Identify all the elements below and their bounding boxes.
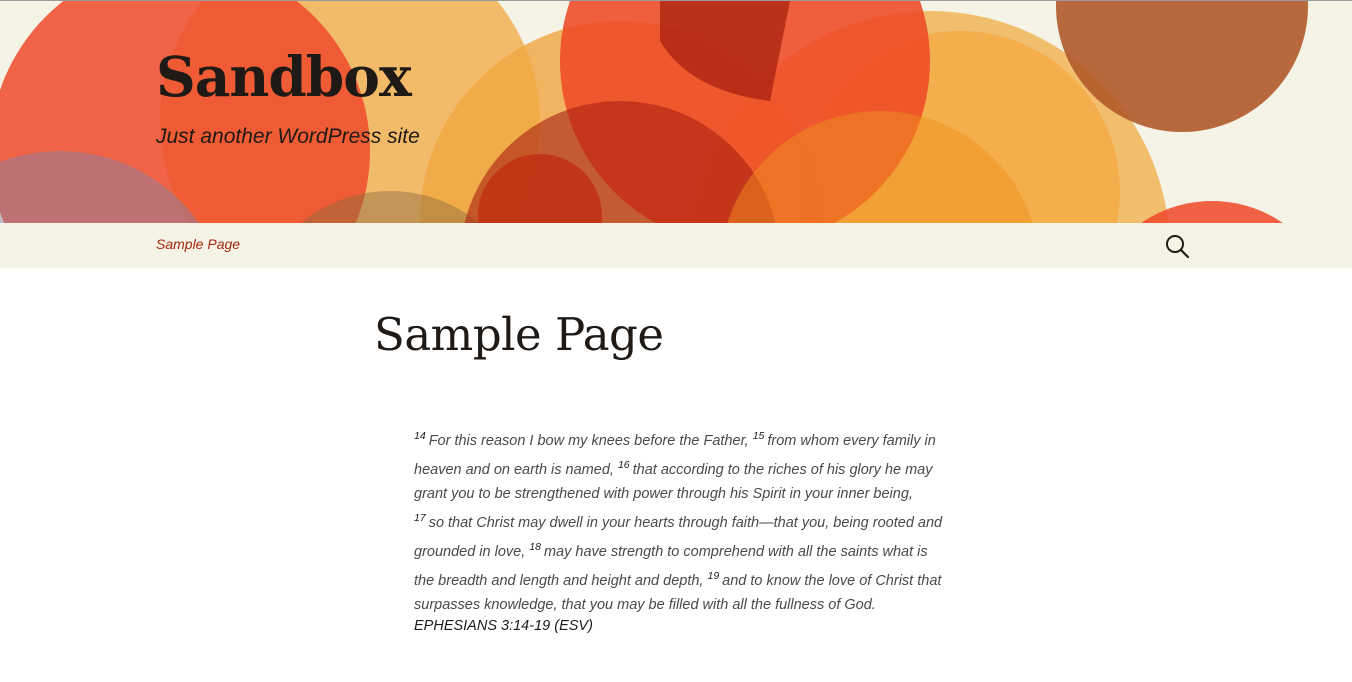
site-description: Just another WordPress site	[156, 125, 420, 148]
verse-number: 18	[529, 541, 541, 553]
main-navigation: Sample Page	[0, 223, 1352, 268]
site-header: Sandbox Just another WordPress site	[0, 0, 1352, 223]
verse-number: 14	[414, 430, 426, 442]
verse-number: 15	[752, 430, 765, 442]
verse-number: 16	[617, 459, 630, 471]
verse-text: For this reason I bow my knees before th…	[428, 433, 749, 449]
search-icon[interactable]	[1164, 233, 1190, 259]
verse-number: 19	[707, 570, 720, 582]
scripture-passage: 14 For this reason I bow my knees before …	[414, 424, 944, 617]
scripture-citation: EPHESIANS 3:14-19 (ESV)	[414, 618, 593, 634]
site-title[interactable]: Sandbox	[156, 49, 412, 104]
nav-item-sample-page[interactable]: Sample Page	[156, 236, 240, 252]
page-title: Sample Page	[374, 308, 664, 361]
verse-number: 17	[414, 512, 426, 524]
header-circles-artwork	[0, 1, 1308, 223]
